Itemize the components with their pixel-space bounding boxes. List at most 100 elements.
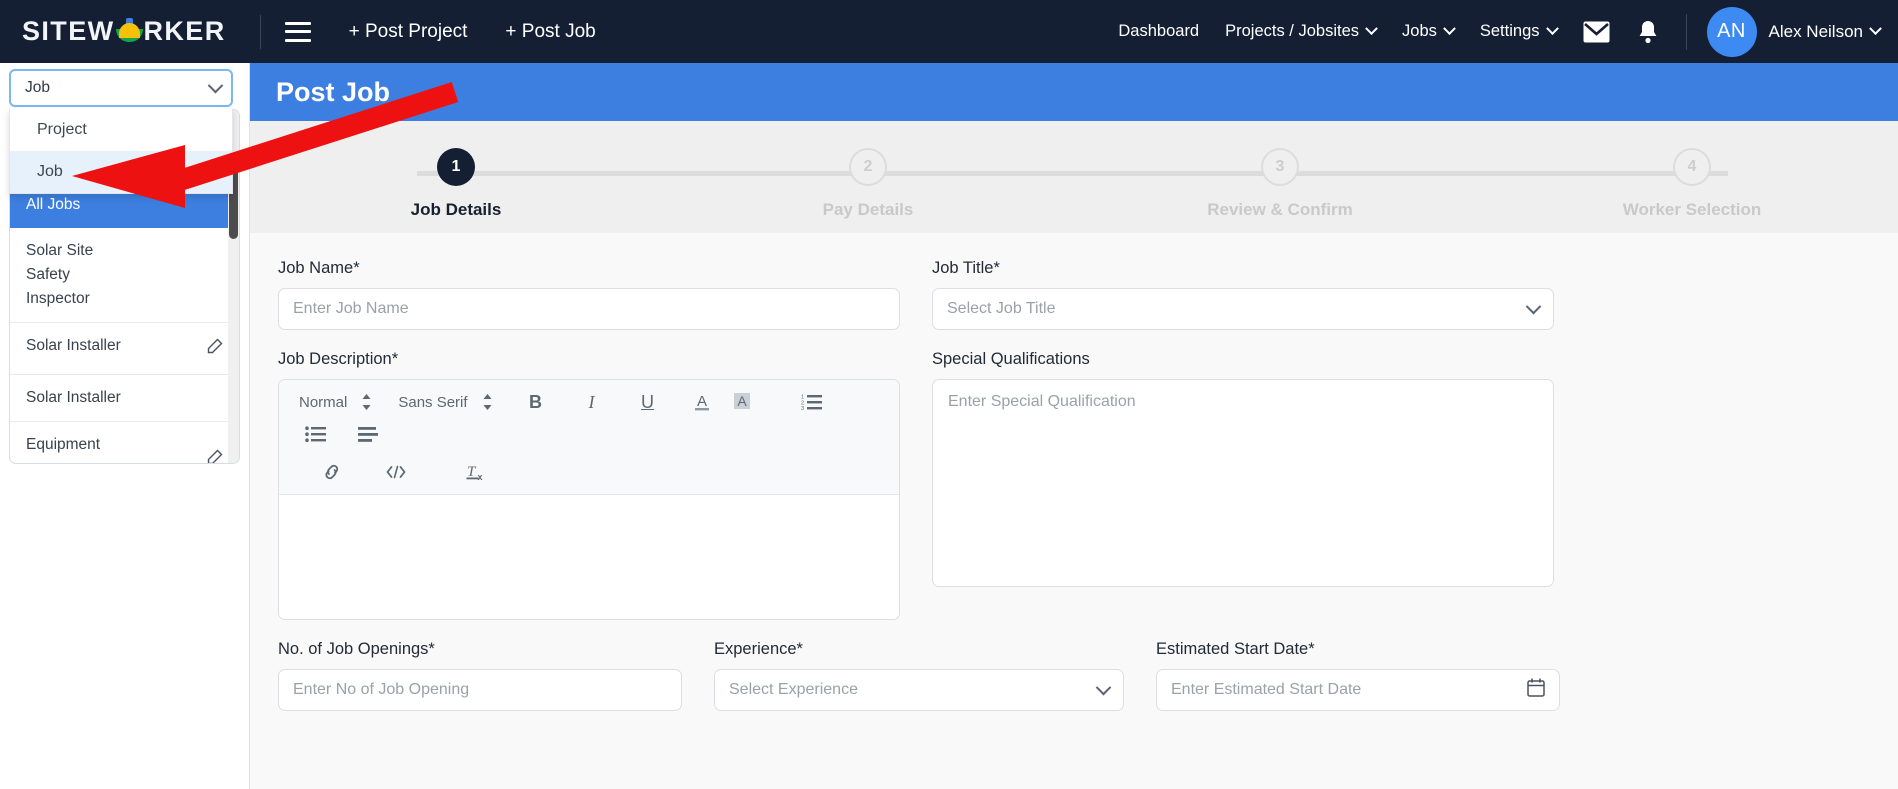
experience-select[interactable]: Select Experience <box>714 669 1124 711</box>
step-number: 3 <box>1261 148 1299 186</box>
brand-name-part1: SITEW <box>22 16 115 46</box>
type-select[interactable]: Job <box>9 69 233 107</box>
top-navigation-bar: SITEW RKER + Post Project + Post Job Dash… <box>0 0 1898 63</box>
dropdown-option-project[interactable]: Project <box>10 109 232 151</box>
heading-picker[interactable]: Normal <box>299 393 372 411</box>
input-placeholder: Enter Job Name <box>293 300 409 317</box>
form-row-2: Job Description* Normal Sans Serif B I U… <box>278 350 1870 620</box>
nav-link-jobs-label: Jobs <box>1402 22 1437 40</box>
field-label: Estimated Start Date* <box>1156 640 1315 658</box>
username-label: Alex Neilson <box>1768 21 1864 41</box>
field-experience: Experience* Select Experience <box>714 640 1124 711</box>
field-job-description: Job Description* Normal Sans Serif B I U… <box>278 350 900 620</box>
envelope-icon[interactable] <box>1583 21 1610 43</box>
background-color-button[interactable]: A <box>725 389 759 415</box>
field-job-title: Job Title* Select Job Title <box>932 259 1554 330</box>
text-color-button[interactable]: A <box>685 389 719 415</box>
field-estimated-start-date: Estimated Start Date* Enter Estimated St… <box>1156 640 1560 711</box>
italic-button[interactable]: I <box>575 389 609 415</box>
nav-link-projects-jobsites[interactable]: Projects / Jobsites <box>1225 22 1378 41</box>
user-menu[interactable]: Alex Neilson <box>1768 21 1882 42</box>
ordered-list-button[interactable]: 123 <box>795 389 829 415</box>
hardhat-icon <box>115 18 143 45</box>
post-project-button[interactable]: + Post Project <box>349 21 468 43</box>
job-list-item-equipment[interactable]: Equipment <box>10 422 239 463</box>
post-job-button[interactable]: + Post Job <box>505 21 595 43</box>
step-number: 4 <box>1673 148 1711 186</box>
field-label: Special Qualifications <box>932 350 1090 368</box>
field-job-openings: No. of Job Openings* Enter No of Job Ope… <box>278 640 682 711</box>
indent-button[interactable] <box>351 421 385 447</box>
textarea-placeholder: Enter Special Qualification <box>948 393 1136 410</box>
field-special-qualifications: Special Qualifications Enter Special Qua… <box>932 350 1554 620</box>
nav-divider <box>259 14 261 49</box>
editor-content-area[interactable] <box>279 495 899 619</box>
nav-link-dashboard-label: Dashboard <box>1118 22 1200 40</box>
brand-logo[interactable]: SITEW RKER <box>22 16 226 47</box>
chevron-down-icon <box>1545 22 1559 36</box>
avatar[interactable]: AN <box>1706 6 1757 57</box>
form-row-3: No. of Job Openings* Enter No of Job Ope… <box>278 640 1870 711</box>
step-number: 1 <box>437 148 475 186</box>
font-picker-value: Sans Serif <box>398 393 468 411</box>
input-placeholder: Enter No of Job Opening <box>293 681 470 698</box>
clear-formatting-icon[interactable]: Tx <box>459 459 493 485</box>
step-pay-details[interactable]: 2 Pay Details <box>662 121 1074 233</box>
left-sidebar: All Jobs Solar Site Safety Inspector Sol… <box>0 63 250 789</box>
job-list-item-solar-site-safety-inspector[interactable]: Solar Site Safety Inspector <box>10 228 239 324</box>
dropdown-option-job[interactable]: Job <box>10 151 232 193</box>
calendar-icon[interactable] <box>1527 678 1545 702</box>
svg-text:3: 3 <box>801 406 804 411</box>
step-label: Review & Confirm <box>1207 200 1353 219</box>
job-list-item-label: Solar Installer <box>26 337 121 355</box>
chevron-updown-icon <box>482 393 493 411</box>
input-placeholder: Enter Estimated Start Date <box>1171 681 1362 698</box>
field-label: Job Title* <box>932 259 1000 277</box>
svg-text:A: A <box>697 393 707 410</box>
step-job-details[interactable]: 1 Job Details <box>250 121 662 233</box>
field-label: Job Name* <box>278 259 360 277</box>
job-list-item-solar-installer-1[interactable]: Solar Installer <box>10 323 239 376</box>
main-content: Post Job 1 Job Details 2 Pay Details 3 R… <box>250 63 1898 789</box>
bell-icon[interactable] <box>1636 19 1660 45</box>
heading-picker-value: Normal <box>299 393 348 411</box>
job-list-item-solar-installer-2[interactable]: Solar Installer <box>10 375 239 423</box>
nav-link-settings[interactable]: Settings <box>1480 22 1559 41</box>
underline-button[interactable]: U <box>631 389 665 415</box>
nav-link-jobs[interactable]: Jobs <box>1402 22 1456 41</box>
chevron-down-icon <box>1365 22 1378 36</box>
job-name-input[interactable]: Enter Job Name <box>278 288 900 330</box>
special-qualifications-textarea[interactable]: Enter Special Qualification <box>932 379 1554 587</box>
estimated-start-date-input[interactable]: Enter Estimated Start Date <box>1156 669 1560 711</box>
code-icon[interactable] <box>379 459 413 485</box>
rich-text-editor: Normal Sans Serif B I U A A 1 2 3 T x <box>278 379 900 620</box>
type-select-value: Job <box>25 79 50 96</box>
hamburger-icon[interactable] <box>284 21 311 42</box>
job-list-item-label: Solar Installer <box>26 389 121 407</box>
pencil-icon[interactable] <box>206 449 223 463</box>
type-dropdown-menu: Project Job <box>9 109 233 194</box>
chevron-down-icon <box>207 77 224 93</box>
step-label: Worker Selection <box>1622 200 1762 219</box>
font-picker[interactable]: Sans Serif <box>398 393 492 411</box>
page-header: Post Job <box>250 63 1898 121</box>
step-review-confirm[interactable]: 3 Review & Confirm <box>1074 121 1486 233</box>
step-worker-selection[interactable]: 4 Worker Selection <box>1486 121 1898 233</box>
svg-text:A: A <box>737 393 747 409</box>
pencil-icon[interactable] <box>206 338 223 363</box>
chevron-down-icon <box>1525 298 1542 314</box>
bullet-list-button[interactable] <box>299 421 333 447</box>
step-label: Pay Details <box>822 200 914 219</box>
link-icon[interactable] <box>315 459 349 485</box>
nav-divider <box>1685 13 1687 50</box>
svg-text:x: x <box>478 472 483 482</box>
bold-button[interactable]: B <box>519 389 553 415</box>
nav-link-projects-jobsites-label: Projects / Jobsites <box>1225 22 1360 40</box>
step-number: 2 <box>849 148 887 186</box>
job-openings-input[interactable]: Enter No of Job Opening <box>278 669 682 711</box>
job-title-select[interactable]: Select Job Title <box>932 288 1554 330</box>
nav-link-dashboard[interactable]: Dashboard <box>1118 22 1199 41</box>
job-list-item-label: Solar Site Safety Inspector <box>26 242 94 308</box>
nav-right-group: Dashboard Projects / Jobsites Jobs Setti… <box>1118 6 1898 57</box>
chevron-down-icon <box>1095 679 1112 695</box>
